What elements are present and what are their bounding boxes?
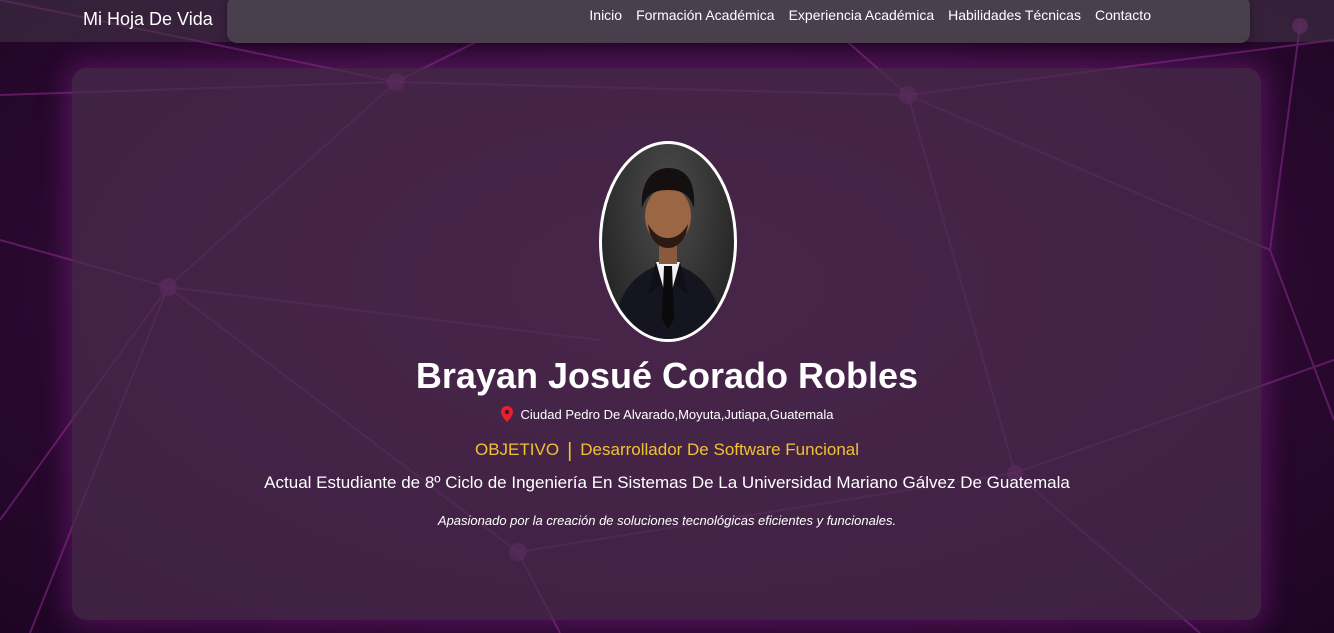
profile-tagline: Apasionado por la creación de soluciones… <box>437 513 897 528</box>
profile-description: Actual Estudiante de 8º Ciclo de Ingenie… <box>264 473 1070 492</box>
nav-link-inicio[interactable]: Inicio <box>589 7 622 23</box>
nav-link-contacto[interactable]: Contacto <box>1095 7 1151 23</box>
nav-link-formacion-academica[interactable]: Formación Académica <box>636 7 775 23</box>
objective-separator: | <box>567 440 573 462</box>
nav-link-habilidades-tecnicas[interactable]: Habilidades Técnicas <box>948 7 1081 23</box>
profile-photo <box>599 141 737 342</box>
objective-text: Desarrollador De Software Funcional <box>580 440 860 459</box>
objective-line: OBJETIVO | Desarrollador De Software Funci… <box>0 440 1334 463</box>
map-pin-icon <box>500 406 513 422</box>
profile-name: Brayan Josué Corado Robles <box>415 355 919 396</box>
nav-link-experiencia-academica[interactable]: Experiencia Académica <box>789 7 935 23</box>
nav-links: Inicio Formación Académica Experiencia A… <box>589 7 1151 23</box>
nav-panel: Inicio Formación Académica Experiencia A… <box>227 0 1250 43</box>
location-row: Ciudad Pedro De Alvarado,Moyuta,Jutiapa,… <box>0 406 1334 422</box>
brand-link[interactable]: Mi Hoja De Vida <box>83 9 213 30</box>
objective-label: OBJETIVO <box>474 440 560 459</box>
location-text: Ciudad Pedro De Alvarado,Moyuta,Jutiapa,… <box>520 406 834 422</box>
